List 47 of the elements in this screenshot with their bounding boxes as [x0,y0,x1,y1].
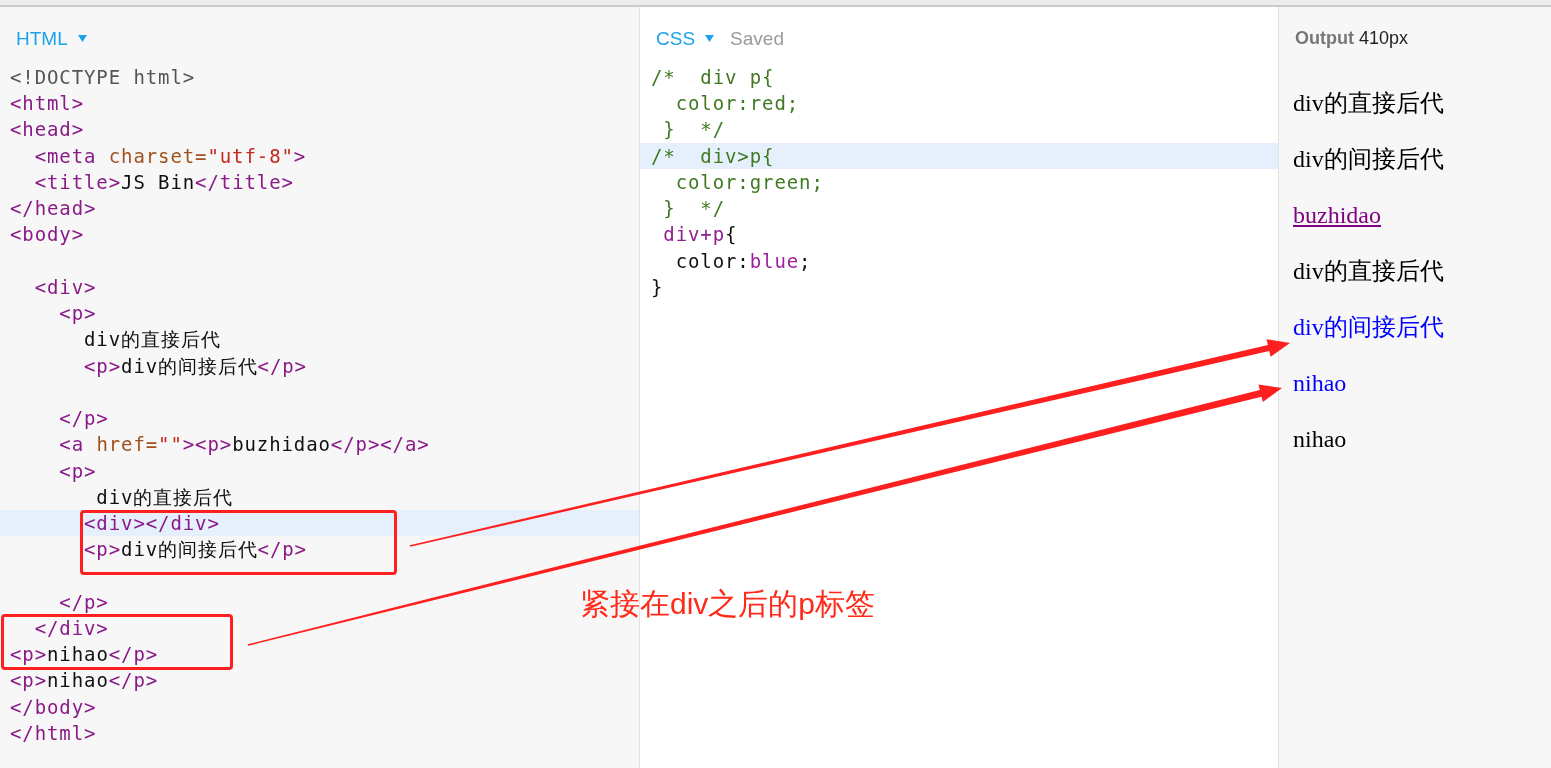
code-line: <html> [10,92,85,115]
save-status: Saved [730,27,784,50]
code-line: <p>div的间接后代</p> [83,538,307,561]
output-paragraph: div的直接后代 [1293,89,1444,118]
code-line: <p>nihao</p> [10,643,159,666]
panel-title: Output [1295,28,1354,49]
output-paragraph: div的直接后代 [1293,257,1444,286]
code-line: <div></div> [83,512,220,534]
code-line: <p> [58,302,97,325]
caret-icon[interactable] [77,35,87,42]
code-line: } */ [662,197,726,220]
code-line: } */ [662,118,726,141]
caret-icon[interactable] [705,35,715,42]
code-line: <a href=""><p>buzhidao</p></a> [58,433,430,456]
code-line: <p>nihao</p> [10,669,159,692]
code-line: color:green; [674,170,824,193]
output-link[interactable]: buzhidao [1293,200,1381,230]
output-paragraph: nihao [1293,425,1347,454]
code-line: <p> [58,459,97,482]
code-line: </head> [10,197,97,220]
code-line: div的直接后代 [83,328,221,351]
code-line: color:blue; [674,249,812,272]
code-line: <p>div的间接后代</p> [83,354,307,377]
code-line: <head> [10,118,85,141]
code-line: <title>JS Bin</title> [33,170,294,193]
code-line: div+p{ [662,223,738,246]
code-line: <!DOCTYPE html> [10,66,196,88]
code-line: </p> [58,407,109,430]
code-line: } [651,275,664,298]
code-line: <div> [33,275,97,298]
code-line: <meta charset="utf-8"> [33,144,307,167]
code-line: </div> [33,616,109,639]
output-paragraph: div的间接后代 [1293,145,1444,174]
output-paragraph: div的间接后代 [1293,313,1444,342]
panel-title[interactable]: HTML [16,27,68,50]
code-line: </body> [10,695,97,718]
code-line: /* div p{ [651,66,775,88]
annotation-note: 紧接在div之后的p标签 [580,586,876,622]
code-line: div的直接后代 [95,485,233,508]
code-line: /* div>p{ [651,144,775,167]
output-width: 410px [1359,28,1409,49]
code-line: color:red; [674,92,800,115]
panel-title[interactable]: CSS [656,27,696,50]
output-paragraph: nihao [1293,369,1347,398]
code-line: <body> [10,223,85,246]
code-line: </p> [58,590,109,613]
code-line: </html> [10,721,97,744]
